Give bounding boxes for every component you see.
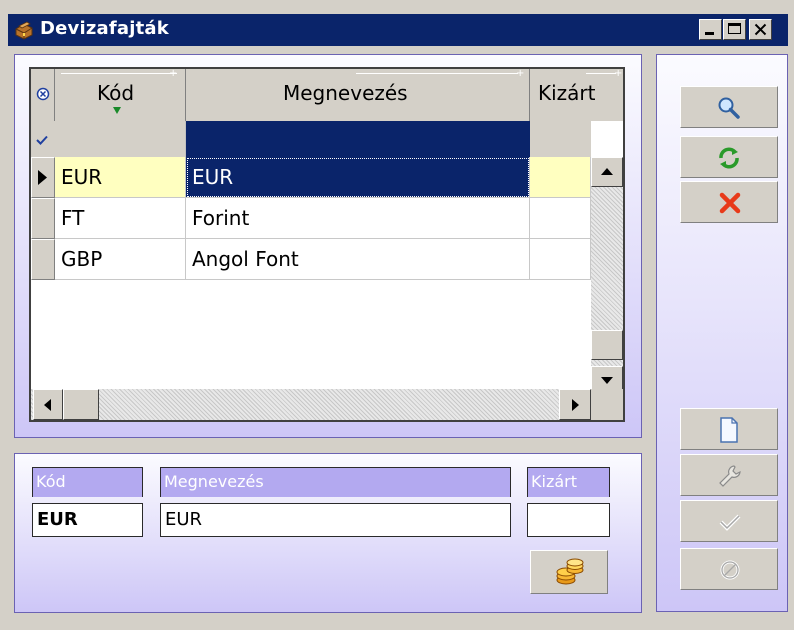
kizart-field-label: Kizárt	[527, 467, 610, 497]
arrow-down-icon	[601, 377, 613, 384]
minimize-button[interactable]	[699, 19, 722, 40]
table-row[interactable]: FT Forint	[31, 198, 591, 239]
filter-cell-megnevezes[interactable]	[186, 121, 530, 157]
refresh-icon	[719, 147, 739, 169]
coins-icon	[556, 558, 584, 585]
wrench-icon	[719, 465, 741, 487]
table-row[interactable]: EUR EUR	[31, 157, 591, 198]
horizontal-scrollbar[interactable]	[31, 389, 591, 420]
close-button[interactable]	[749, 19, 772, 40]
kizart-field[interactable]	[527, 503, 610, 537]
filter-cell-kizart[interactable]	[530, 121, 591, 157]
megnevezes-field[interactable]: EUR	[160, 503, 511, 537]
apply-filter-icon[interactable]	[36, 135, 48, 145]
currency-grid: + Kód + Megnevezés + Kizárt EUR EUR FT F…	[29, 67, 625, 422]
delete-button[interactable]	[680, 181, 778, 223]
current-row-arrow-icon	[38, 170, 47, 185]
cancel-button	[680, 548, 778, 590]
cell-kizart[interactable]	[530, 198, 591, 239]
column-header-kod[interactable]: + Kód	[55, 68, 186, 121]
filter-cell-kod[interactable]	[55, 121, 186, 157]
arrow-right-icon	[572, 399, 579, 411]
kod-field-label: Kód	[32, 467, 143, 497]
maximize-button[interactable]	[723, 19, 746, 40]
row-indicator[interactable]	[31, 239, 55, 280]
cell-megnevezes[interactable]: EUR	[186, 157, 530, 198]
cell-kizart[interactable]	[530, 157, 591, 198]
delete-icon	[719, 192, 741, 214]
column-header-kizart-label: Kizárt	[538, 81, 596, 105]
scroll-left-button[interactable]	[33, 389, 63, 420]
scroll-up-button[interactable]	[591, 157, 623, 187]
cell-kizart[interactable]	[530, 239, 591, 280]
window-title: Devizafajták	[40, 18, 169, 39]
title-bar[interactable]: Devizafajták	[8, 14, 788, 46]
filter-row-indicator	[31, 121, 55, 157]
scroll-thumb[interactable]	[591, 330, 623, 360]
search-button[interactable]	[680, 86, 778, 128]
new-button[interactable]	[680, 408, 778, 450]
cell-kod[interactable]: FT	[55, 198, 186, 239]
table-row[interactable]: GBP Angol Font	[31, 239, 591, 280]
search-icon	[718, 97, 740, 119]
clear-filter-icon[interactable]	[36, 87, 50, 101]
window: Devizafajták + Kód + Megnevezés + Kizárt…	[0, 0, 794, 630]
maximize-icon	[728, 23, 741, 34]
refresh-button[interactable]	[680, 136, 778, 178]
vertical-scrollbar[interactable]	[591, 157, 623, 396]
arrow-up-icon	[601, 168, 613, 175]
indicator-header	[31, 69, 55, 121]
megnevezes-field-label: Megnevezés	[160, 467, 511, 497]
column-header-megnevezes-label: Megnevezés	[283, 81, 408, 105]
cell-megnevezes[interactable]: Forint	[186, 198, 530, 239]
cancel-icon	[720, 560, 740, 580]
horizontal-scroll-thumb[interactable]	[63, 389, 99, 420]
treasure-chest-icon	[15, 21, 33, 40]
edit-button	[680, 454, 778, 496]
checkmark-icon	[719, 514, 741, 531]
cell-kod[interactable]: GBP	[55, 239, 186, 280]
new-document-icon	[720, 417, 738, 443]
column-header-kizart[interactable]: + Kizárt	[530, 68, 623, 121]
cell-megnevezes[interactable]: Angol Font	[186, 239, 530, 280]
confirm-button	[680, 500, 778, 542]
kod-field[interactable]: EUR	[32, 503, 143, 537]
column-header-megnevezes[interactable]: + Megnevezés	[186, 68, 530, 121]
minimize-icon	[705, 32, 714, 35]
row-indicator[interactable]	[31, 157, 55, 198]
row-indicator[interactable]	[31, 198, 55, 239]
arrow-left-icon	[44, 399, 51, 411]
currency-rates-button[interactable]	[530, 550, 608, 594]
scrollbar-corner	[591, 389, 623, 420]
scroll-right-button[interactable]	[559, 389, 591, 420]
column-header-kod-label: Kód	[97, 81, 135, 105]
close-icon	[754, 23, 767, 36]
cell-kod[interactable]: EUR	[55, 157, 186, 198]
sort-indicator-icon	[113, 107, 121, 114]
